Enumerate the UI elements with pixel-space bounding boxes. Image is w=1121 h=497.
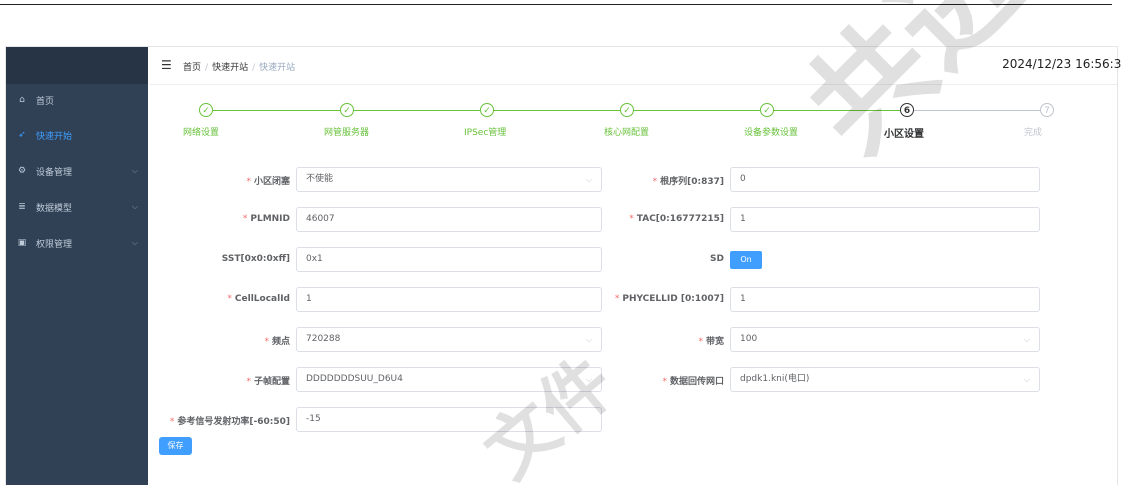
step-connector	[774, 110, 900, 111]
freq-select[interactable]: 720288 ⌵	[296, 327, 602, 352]
chevron-down-icon: ⌵	[1023, 335, 1030, 344]
subframe-label: * 子帧配置	[246, 377, 290, 387]
step-label: 网络设置	[183, 128, 220, 138]
step-connector	[494, 110, 620, 111]
chevron-down-icon: ⌵	[1023, 375, 1030, 384]
chevron-down-icon: ⌵	[131, 166, 138, 175]
plmnid-label: * PLMNID	[242, 214, 290, 224]
step-label: 网管服务器	[324, 128, 370, 138]
step-label: 设备参数设置	[744, 128, 799, 138]
sidebar-item-label: 快速开始	[36, 131, 73, 142]
sd-toggle-button[interactable]: On	[730, 251, 762, 269]
breadcrumb-home[interactable]: 首页	[183, 63, 201, 73]
chevron-down-icon: ⌵	[131, 202, 138, 211]
sst-input[interactable]: 0x1	[296, 247, 602, 272]
step-check-icon: ✓	[199, 103, 213, 117]
save-button[interactable]: 保存	[159, 437, 192, 455]
hamburger-icon[interactable]: ☰	[161, 58, 172, 72]
sidebar-item-label: 数据模型	[36, 203, 73, 214]
list-icon: ≣	[18, 202, 26, 212]
step-number-icon: 7	[1040, 103, 1054, 117]
top-rule	[0, 4, 1112, 5]
step-check-icon: ✓	[620, 103, 634, 117]
sidebar-item[interactable]: ⚙ 设备管理 ⌵	[6, 156, 148, 186]
breadcrumb: 首页 / 快速开站 / 快速开站	[183, 63, 296, 73]
send-icon: ➶	[18, 130, 26, 140]
step-number-icon: 6	[900, 103, 914, 117]
sidebar-item[interactable]: ≣ 数据模型 ⌵	[6, 192, 148, 222]
cell-local-id-label: * CellLocalId	[227, 294, 290, 304]
phy-cell-id-input[interactable]: 1	[730, 287, 1040, 312]
step-label: 核心网配置	[604, 128, 650, 138]
sidebar-logo-area	[6, 47, 148, 84]
step-check-icon: ✓	[760, 103, 774, 117]
cell-local-id-input[interactable]: 1	[296, 287, 602, 312]
freq-label: * 频点	[264, 337, 290, 347]
sidebar-item[interactable]: ▣ 权限管理 ⌵	[6, 228, 148, 258]
tac-input[interactable]: 1	[730, 207, 1040, 232]
step-label: 完成	[1024, 128, 1043, 138]
step-connector	[634, 110, 760, 111]
sd-label: SD	[710, 254, 724, 264]
breadcrumb-current: 快速开站	[259, 63, 296, 73]
step-connector	[354, 110, 480, 111]
step-check-icon: ✓	[340, 103, 354, 117]
sidebar-item-label: 设备管理	[36, 167, 73, 178]
step-label: IPSec管理	[464, 128, 507, 138]
tac-label: * TAC[0:16777215]	[629, 214, 724, 224]
sidebar: ⌂ 首页 ➶ 快速开始 ⚙ 设备管理 ⌵ ≣ 数据模型 ⌵ ▣ 权限管理 ⌵	[6, 47, 148, 485]
sidebar-item-label: 权限管理	[36, 239, 73, 250]
cell-barred-label: * 小区闭塞	[246, 177, 290, 187]
chevron-down-icon: ⌵	[585, 175, 592, 184]
phy-cell-id-label: * PHYCELLID [0:1007]	[614, 294, 724, 304]
sst-label: SST[0x0:0xff]	[221, 254, 290, 264]
settings-icon: ⚙	[17, 166, 27, 176]
chevron-down-icon: ⌵	[585, 335, 592, 344]
home-icon: ⌂	[19, 95, 25, 105]
card-icon: ▣	[17, 238, 27, 248]
chevron-down-icon: ⌵	[131, 238, 138, 247]
root-seq-input[interactable]: 0	[730, 167, 1040, 192]
ref-power-label: * 参考信号发射功率[-60:50]	[169, 417, 290, 427]
datetime-display: 2024/12/23 16:56:34	[1002, 57, 1121, 71]
step-connector	[914, 110, 1040, 111]
bandwidth-label: * 带宽	[698, 337, 724, 347]
header-bar: ☰ 首页 / 快速开站 / 快速开站 2024/12/23 16:56:34	[149, 47, 1121, 85]
plmnid-input[interactable]: 46007	[296, 207, 602, 232]
bandwidth-select[interactable]: 100 ⌵	[730, 327, 1040, 352]
breadcrumb-quick-start[interactable]: 快速开站	[212, 63, 248, 73]
app-frame: ⌂ 首页 ➶ 快速开始 ⚙ 设备管理 ⌵ ≣ 数据模型 ⌵ ▣ 权限管理 ⌵ ☰ 首页 / 快速开站 / 快速开…	[5, 46, 1121, 485]
sidebar-item[interactable]: ➶ 快速开始	[6, 120, 148, 150]
step-connector	[213, 110, 340, 111]
step-check-icon: ✓	[480, 103, 494, 117]
root-seq-label: * 根序列[0:837]	[652, 177, 724, 187]
sidebar-item-label: 首页	[36, 96, 55, 107]
chevron-down-icon: ⌵	[585, 375, 592, 384]
ref-power-input[interactable]: -15	[296, 407, 602, 432]
cell-barred-select[interactable]: 不使能 ⌵	[296, 167, 602, 192]
sidebar-item[interactable]: ⌂ 首页	[6, 85, 148, 115]
subframe-select[interactable]: DDDDDDDSUU_D6U4 ⌵	[296, 367, 602, 392]
steps-bar: ✓ 网络设置 ✓ 网管服务器 ✓ IPSec管理 ✓ 核心网配置 ✓ 设备参数设置 6 小区设置 7 完成	[149, 85, 1117, 155]
backhaul-label: * 数据回传网口	[662, 377, 724, 387]
backhaul-select[interactable]: dpdk1.kni(电口) ⌵	[730, 367, 1040, 392]
step-label: 小区设置	[884, 129, 924, 140]
